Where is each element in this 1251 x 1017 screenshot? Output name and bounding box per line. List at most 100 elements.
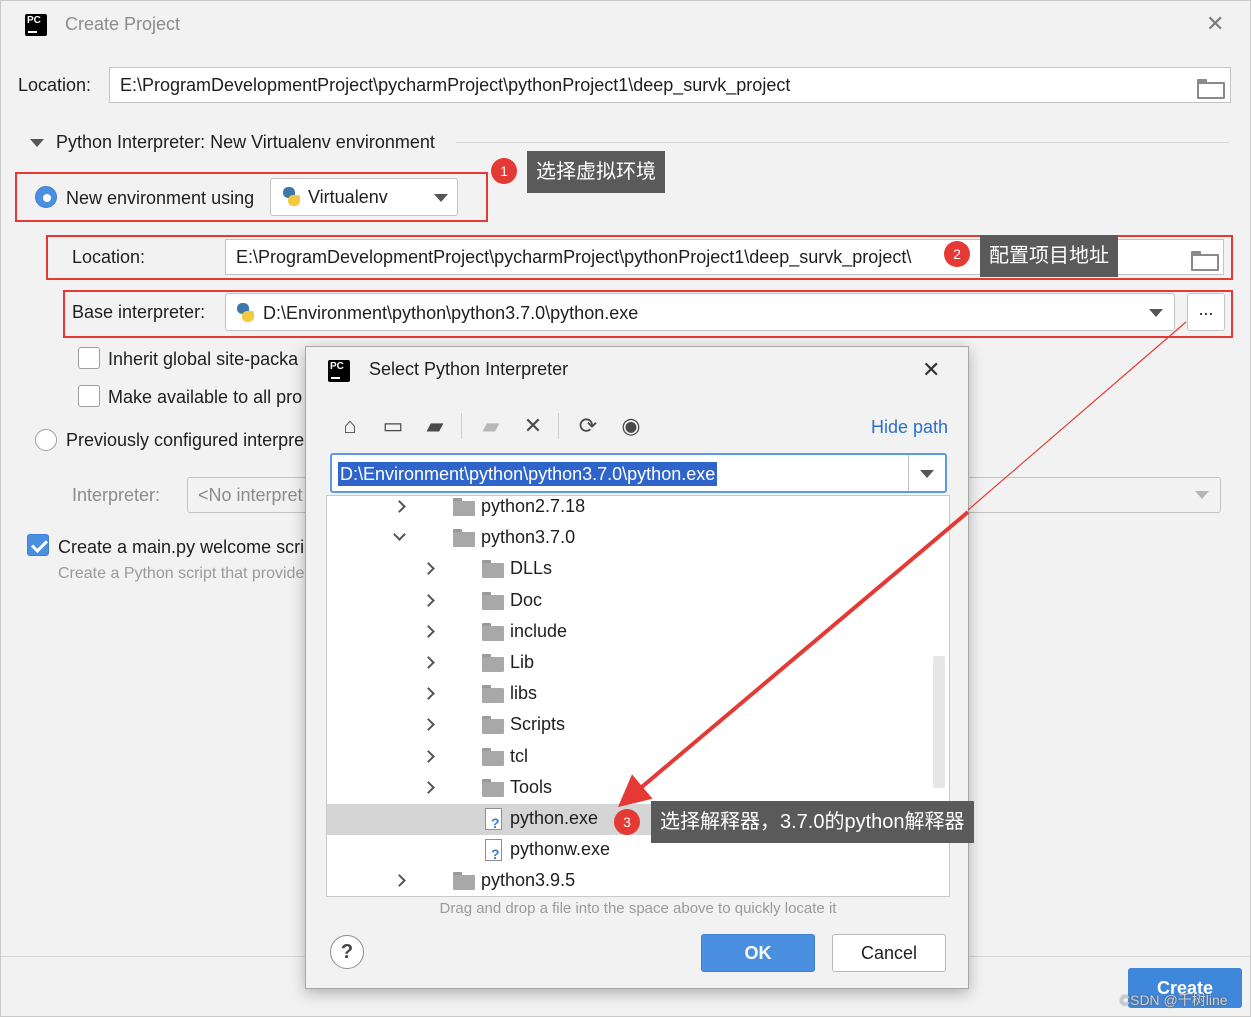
chevron-right-icon[interactable]: [422, 562, 435, 576]
previously-configured-label: Previously configured interpre: [66, 430, 305, 450]
toolbar-separator: [461, 413, 462, 439]
step-badge-2: 2: [944, 241, 970, 267]
folder-icon: [453, 498, 475, 516]
location-label: Location:: [18, 75, 92, 95]
create-main-checkbox[interactable]: [27, 534, 49, 556]
tree-folder-item[interactable]: libs: [327, 679, 949, 710]
tree-item-label: tcl: [510, 745, 528, 766]
tree-folder-item[interactable]: python3.7.0: [327, 523, 949, 554]
tree-folder-item[interactable]: python2.7.18: [327, 496, 949, 523]
folder-icon: [453, 872, 475, 891]
browse-folder-icon[interactable]: [1197, 77, 1225, 99]
step-badge-3: 3: [614, 809, 640, 835]
project-folder-icon[interactable]: ▰: [422, 413, 448, 439]
tree-item-label: libs: [510, 683, 538, 704]
refresh-icon[interactable]: ⟳: [575, 413, 601, 439]
cancel-button[interactable]: Cancel: [832, 934, 946, 972]
create-main-hint: Create a Python script that provide: [58, 565, 305, 582]
chevron-down-icon[interactable]: [393, 528, 406, 542]
tree-item-label: pythonw.exe: [510, 839, 611, 860]
close-icon[interactable]: ✕: [1206, 13, 1224, 35]
create-main-label: Create a main.py welcome scri: [58, 537, 305, 557]
drag-drop-hint: Drag and drop a file into the space abov…: [439, 900, 837, 917]
path-divider: [908, 455, 909, 491]
folder-icon: [482, 716, 504, 735]
interpreter-label: Interpreter:: [72, 485, 161, 505]
chevron-right-icon[interactable]: [422, 687, 435, 701]
tree-folder-item[interactable]: Lib: [327, 648, 949, 679]
desktop-icon[interactable]: ▭: [380, 413, 406, 439]
section-divider: [456, 142, 1229, 143]
chevron-right-icon[interactable]: [422, 593, 435, 607]
dialog-title: Select Python Interpreter: [369, 359, 569, 379]
tree-item-label: python2.7.18: [481, 496, 586, 516]
title-bar: PC Create Project ✕: [1, 1, 1251, 47]
step-tip-1: 选择虚拟环境: [527, 151, 665, 193]
folder-icon: [482, 654, 504, 672]
folder-icon: [482, 778, 504, 797]
csdn-watermark: CSDN @千树line: [1120, 992, 1228, 1008]
help-button[interactable]: ?: [330, 935, 364, 969]
interpreter-section-title[interactable]: Python Interpreter: New Virtualenv envir…: [56, 132, 435, 153]
chevron-right-icon[interactable]: [422, 718, 435, 732]
folder-icon: [482, 591, 504, 610]
tree-item-label: python.exe: [510, 808, 599, 828]
tree-item-label: Lib: [510, 652, 535, 672]
folder-icon: [482, 560, 504, 579]
delete-icon[interactable]: ✕: [520, 413, 546, 439]
highlight-box-interpreter: [63, 290, 1233, 338]
tree-item-label: Scripts: [510, 714, 566, 735]
tree-item-label: Tools: [510, 776, 553, 797]
chevron-right-icon[interactable]: [393, 500, 406, 513]
tree-folder-item[interactable]: python3.9.5: [327, 866, 949, 896]
tree-folder-item[interactable]: Doc: [327, 586, 949, 617]
select-interpreter-dialog: PC Select Python Interpreter ✕ ⌂ ▭ ▰ ▰ ✕…: [305, 346, 969, 989]
pycharm-logo-icon: PC: [22, 11, 50, 39]
toolbar-separator: [558, 413, 559, 439]
unknown-file-icon: [484, 808, 502, 831]
folder-icon: [482, 622, 504, 641]
location-field[interactable]: E:\ProgramDevelopmentProject\pycharmProj…: [109, 67, 1231, 103]
inherit-site-packages-label: Inherit global site-packa: [108, 349, 299, 369]
location-value: E:\ProgramDevelopmentProject\pycharmProj…: [120, 75, 791, 95]
home-icon[interactable]: ⌂: [337, 413, 363, 439]
dialog-close-icon[interactable]: ✕: [922, 359, 940, 381]
make-available-label: Make available to all pro: [108, 387, 303, 407]
pycharm-logo-icon: PC: [325, 357, 353, 385]
folder-icon: [453, 529, 475, 548]
highlight-box-environment: [15, 172, 488, 222]
window-title: Create Project: [65, 14, 181, 34]
path-input[interactable]: D:\Environment\python\python3.7.0\python…: [330, 453, 947, 493]
unknown-file-icon: [484, 839, 502, 862]
folder-icon: [482, 747, 504, 766]
folder-icon: [482, 685, 504, 704]
inherit-site-packages-checkbox[interactable]: [78, 347, 100, 369]
chevron-right-icon[interactable]: [422, 656, 435, 669]
ok-button[interactable]: OK: [701, 934, 815, 972]
show-hidden-icon[interactable]: ◉: [618, 413, 644, 439]
tree-folder-item[interactable]: include: [327, 617, 949, 648]
chevron-down-icon[interactable]: [920, 470, 934, 478]
tree-item-label: Doc: [510, 589, 543, 610]
chevron-right-icon[interactable]: [422, 749, 435, 763]
step-tip-3: 选择解释器，3.7.0的python解释器: [651, 801, 974, 843]
tree-folder-item[interactable]: Scripts: [327, 710, 949, 741]
tree-item-label: python3.9.5: [481, 870, 576, 891]
chevron-right-icon[interactable]: [393, 874, 406, 888]
tree-scrollbar[interactable]: [933, 656, 945, 788]
tree-folder-item[interactable]: DLLs: [327, 554, 949, 585]
step-tip-2: 配置项目地址: [980, 235, 1118, 277]
tree-folder-item[interactable]: tcl: [327, 742, 949, 773]
hide-path-link[interactable]: Hide path: [871, 417, 948, 438]
interpreter-value: <No interpret: [198, 485, 303, 505]
chevron-right-icon[interactable]: [422, 780, 435, 794]
tree-folder-item[interactable]: Tools: [327, 773, 949, 804]
previously-configured-radio[interactable]: [35, 429, 57, 451]
collapse-triangle-icon[interactable]: [30, 139, 44, 147]
tree-item-label: DLLs: [510, 558, 553, 579]
tree-item-label: include: [510, 620, 568, 641]
tree-item-label: python3.7.0: [481, 527, 576, 548]
new-folder-icon[interactable]: ▰: [478, 413, 504, 439]
chevron-right-icon[interactable]: [422, 624, 435, 638]
make-available-checkbox[interactable]: [78, 385, 100, 407]
